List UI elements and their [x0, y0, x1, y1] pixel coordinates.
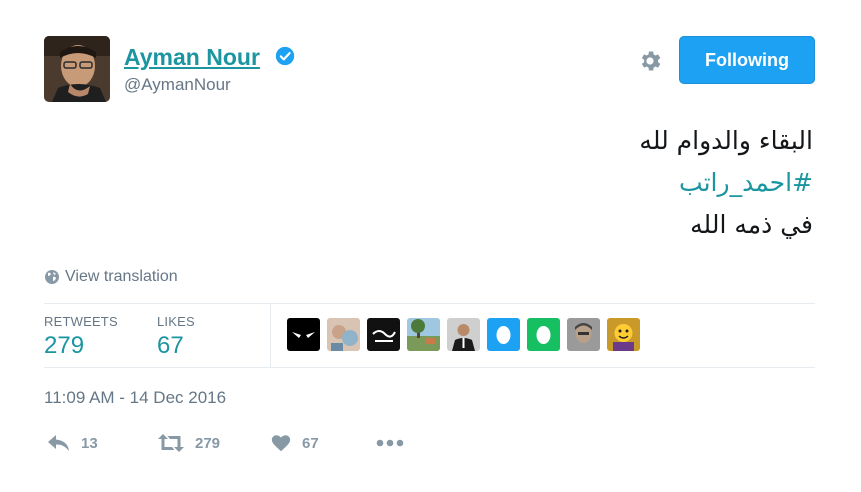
divider	[44, 367, 815, 368]
more-button[interactable]	[375, 434, 415, 452]
tweet-text: البقاء والدوام لله #احمد_راتب في ذمه الل…	[639, 120, 813, 246]
more-icon	[376, 439, 404, 447]
retweets-count[interactable]: 279	[44, 332, 84, 360]
retweets-label: RETWEETS	[44, 314, 118, 329]
like-count: 67	[302, 434, 319, 452]
view-translation-label[interactable]: View translation	[65, 268, 178, 286]
globe-icon	[45, 270, 59, 284]
liker-avatar[interactable]	[367, 318, 400, 351]
gear-icon[interactable]	[637, 48, 663, 74]
liker-avatar[interactable]	[407, 318, 440, 351]
author-name[interactable]: Ayman Nour	[124, 44, 260, 71]
reply-icon	[48, 435, 69, 451]
liker-avatar[interactable]	[327, 318, 360, 351]
tweet-line: البقاء والدوام لله	[639, 126, 813, 155]
likers-avatars	[287, 318, 640, 351]
hashtag-link[interactable]: #احمد_راتب	[639, 162, 813, 204]
retweet-icon	[158, 434, 184, 452]
liker-avatar[interactable]	[607, 318, 640, 351]
liker-avatar[interactable]	[567, 318, 600, 351]
view-translation-link[interactable]: View translation	[44, 268, 178, 286]
following-button[interactable]: Following	[679, 36, 815, 84]
likes-count[interactable]: 67	[157, 332, 184, 360]
reply-button[interactable]: 13	[47, 432, 98, 454]
reply-count: 13	[81, 434, 98, 452]
retweet-button[interactable]: 279	[157, 432, 220, 454]
avatar[interactable]	[44, 36, 110, 102]
stats-divider	[270, 304, 271, 367]
divider	[44, 303, 815, 304]
liker-avatar[interactable]	[447, 318, 480, 351]
tweet-timestamp[interactable]: 11:09 AM - 14 Dec 2016	[44, 388, 226, 408]
liker-avatar[interactable]	[527, 318, 560, 351]
verified-badge-icon	[275, 46, 295, 66]
likes-label: LIKES	[157, 314, 195, 329]
tweet-line: في ذمه الله	[690, 210, 813, 239]
retweet-count: 279	[195, 434, 221, 452]
heart-icon	[271, 435, 291, 452]
author-handle[interactable]: @AymanNour	[124, 75, 231, 95]
liker-avatar[interactable]	[287, 318, 320, 351]
liker-avatar[interactable]	[487, 318, 520, 351]
like-button[interactable]: 67	[270, 432, 319, 454]
